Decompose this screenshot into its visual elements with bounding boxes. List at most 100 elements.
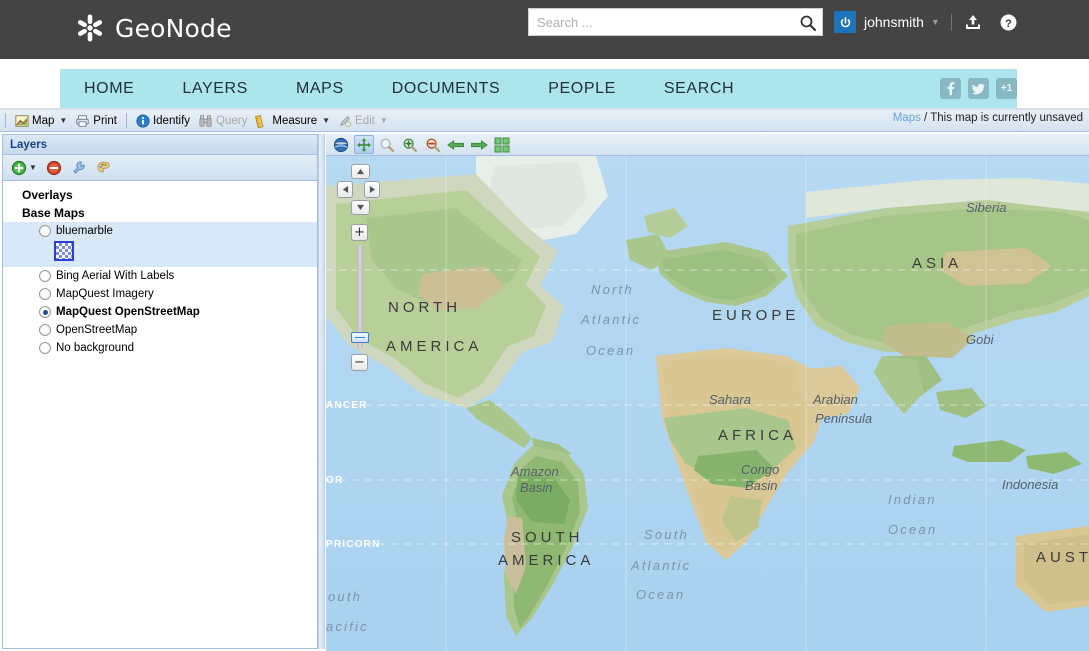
map-continent-label: NORTH: [388, 299, 461, 316]
layer-row-bluemarble[interactable]: bluemarble: [3, 222, 317, 240]
layer-properties-button[interactable]: [71, 160, 87, 176]
nav-item-layers[interactable]: LAYERS: [165, 69, 265, 108]
zoom-out-button[interactable]: [423, 135, 443, 154]
identify-label: Identify: [152, 114, 191, 127]
search-input[interactable]: [529, 9, 794, 35]
map-ocean-label: Indian: [888, 492, 937, 507]
layer-row-bing-aerial[interactable]: Bing Aerial With Labels: [3, 267, 317, 285]
zoom-out-stepper[interactable]: −: [351, 354, 368, 371]
radio-icon[interactable]: [39, 324, 51, 336]
wrench-icon: [73, 161, 85, 174]
zoom-to-extent-button[interactable]: [492, 135, 512, 154]
print-button[interactable]: Print: [71, 111, 121, 131]
avatar[interactable]: [834, 11, 856, 33]
edit-button[interactable]: Edit ▼: [334, 111, 392, 131]
map-continent-label: AFRICA: [718, 427, 797, 444]
user-menu[interactable]: johnsmith ▼ ?: [834, 10, 1018, 34]
printer-icon: [76, 114, 89, 127]
upload-icon[interactable]: [963, 12, 983, 32]
layer-row-mapquest-imagery[interactable]: MapQuest Imagery: [3, 285, 317, 303]
radio-icon[interactable]: [39, 342, 51, 354]
previous-extent-button[interactable]: [446, 135, 466, 154]
facebook-icon[interactable]: [940, 78, 961, 99]
arrow-right-icon: [471, 139, 488, 150]
tree-group-overlays[interactable]: Overlays: [3, 186, 317, 204]
social-links: +1: [940, 78, 1017, 99]
pan-tool-button[interactable]: [354, 135, 374, 154]
svg-text:?: ?: [1005, 17, 1012, 29]
radio-icon[interactable]: [39, 306, 51, 318]
search-icon: [800, 15, 817, 32]
map-globe-button[interactable]: [331, 135, 351, 154]
zoom-in-button[interactable]: [400, 135, 420, 154]
arrow-left-icon: [447, 139, 464, 150]
layer-legend-row: [3, 240, 317, 267]
globe-icon: [333, 137, 349, 152]
nav-item-maps[interactable]: MAPS: [279, 69, 361, 108]
map-region-label: Peninsula: [815, 411, 872, 426]
tree-group-base-maps[interactable]: Base Maps: [3, 204, 317, 222]
zoom-in-stepper[interactable]: +: [351, 224, 368, 241]
nav-item-home[interactable]: HOME: [67, 69, 151, 108]
map-continent-label: ASIA: [912, 255, 962, 272]
pan-down-button[interactable]: [351, 200, 370, 215]
layer-style-button[interactable]: [96, 160, 112, 176]
radio-icon[interactable]: [39, 270, 51, 282]
nav-item-list: HOME LAYERS MAPS DOCUMENTS PEOPLE SEARCH: [60, 69, 758, 108]
brand-name: GeoNode: [115, 13, 232, 43]
magnifier-minus-icon: [426, 137, 441, 152]
map-region-label: Basin: [520, 480, 553, 495]
legend-swatch: [54, 241, 74, 261]
query-label: Query: [216, 114, 248, 127]
next-extent-button[interactable]: [469, 135, 489, 154]
search-button[interactable]: [798, 13, 818, 33]
map-ocean-label: Atlantic: [580, 312, 641, 327]
add-layer-button[interactable]: ▼: [11, 160, 37, 176]
nav-item-search[interactable]: SEARCH: [647, 69, 751, 108]
query-button[interactable]: Query: [194, 111, 251, 131]
pan-right-button[interactable]: [364, 181, 380, 198]
map-region-label: Basin: [745, 478, 778, 493]
map-ocean-label: acific: [326, 619, 369, 634]
googleplus-icon[interactable]: +1: [996, 78, 1017, 99]
layer-row-mapquest-osm[interactable]: MapQuest OpenStreetMap: [3, 303, 317, 321]
zoom-slider-handle[interactable]: [351, 332, 369, 343]
remove-layer-button[interactable]: [46, 160, 62, 176]
map-ocean-label: Ocean: [586, 343, 635, 358]
radio-icon[interactable]: [39, 288, 51, 300]
layer-row-openstreetmap[interactable]: OpenStreetMap: [3, 321, 317, 339]
layer-row-no-background[interactable]: No background: [3, 339, 317, 357]
map-ocean-label: Atlantic: [630, 558, 691, 573]
map-menu-button[interactable]: Map ▼: [11, 111, 71, 131]
map-canvas[interactable]: NORTH AMERICA SOUTH AMERICA EUROPE AFRICA ASIA…: [326, 156, 1089, 651]
breadcrumb-maps-link[interactable]: Maps: [893, 112, 921, 124]
help-circle-icon[interactable]: ?: [999, 13, 1018, 32]
magnifier-icon: [380, 137, 395, 152]
panel-splitter[interactable]: [318, 134, 325, 649]
layer-tree: Overlays Base Maps bluemarble Bing Aeria…: [3, 181, 317, 357]
pan-up-button[interactable]: [351, 164, 370, 179]
chevron-down-icon[interactable]: ▼: [931, 17, 940, 27]
triangle-up-icon: [357, 168, 364, 175]
twitter-icon[interactable]: [968, 78, 989, 99]
map-graticule-label: OR: [326, 475, 343, 486]
breadcrumb-separator: /: [920, 112, 931, 124]
magnifier-plus-icon: [403, 137, 418, 152]
search-box[interactable]: [528, 8, 823, 36]
zoom-box-button[interactable]: [377, 135, 397, 154]
map-icon: [15, 114, 29, 127]
toolbar-separator: [5, 113, 6, 128]
world-map[interactable]: NORTH AMERICA SOUTH AMERICA EUROPE AFRICA ASIA…: [326, 156, 1089, 651]
measure-button[interactable]: Measure ▼: [251, 111, 334, 131]
nav-item-documents[interactable]: DOCUMENTS: [375, 69, 518, 108]
brand[interactable]: GeoNode: [76, 8, 232, 48]
pan-left-button[interactable]: [337, 181, 353, 198]
nav-item-people[interactable]: PEOPLE: [531, 69, 633, 108]
identify-button[interactable]: Identify: [132, 111, 194, 131]
username-label: johnsmith: [864, 14, 924, 30]
four-squares-icon: [494, 137, 510, 152]
map-ocean-label: Ocean: [636, 587, 685, 602]
map-ocean-label: outh: [328, 589, 362, 604]
radio-icon[interactable]: [39, 225, 51, 237]
palette-icon: [97, 161, 110, 173]
